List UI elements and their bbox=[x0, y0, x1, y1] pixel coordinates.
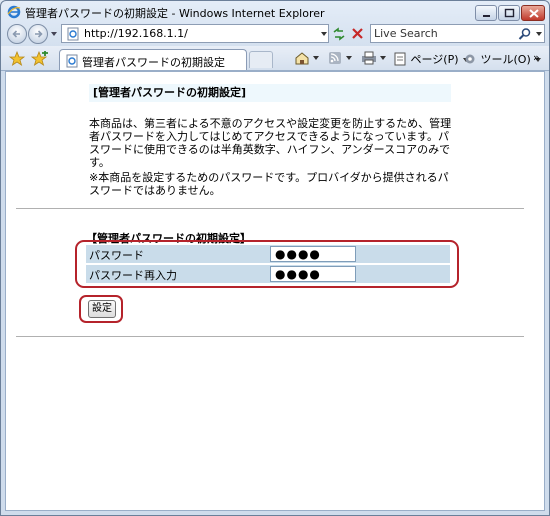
back-arrow-icon bbox=[12, 30, 20, 38]
forward-button[interactable] bbox=[28, 24, 48, 44]
tools-menu-label: ツール(O) bbox=[480, 53, 531, 66]
browser-window: 管理者パスワードの初期設定 - Windows Internet Explore… bbox=[0, 0, 550, 516]
address-bar[interactable]: http://192.168.1.1/ bbox=[61, 24, 329, 43]
tab-label: 管理者パスワードの初期設定 bbox=[82, 56, 225, 69]
maximize-icon bbox=[504, 8, 515, 18]
rss-feed-icon bbox=[329, 52, 352, 64]
address-chevron-down-icon[interactable] bbox=[320, 31, 328, 37]
back-button[interactable] bbox=[7, 24, 27, 44]
description-block: 本商品は、第三者による不意のアクセスや設定変更を防止するため、管理者パスワードを… bbox=[89, 117, 454, 199]
toolbar-overflow-button[interactable]: » bbox=[533, 51, 540, 67]
password-confirm-row: パスワード再入力 ●●●● bbox=[86, 265, 450, 283]
divider bbox=[16, 208, 524, 209]
divider bbox=[16, 336, 524, 337]
search-icon[interactable] bbox=[518, 27, 532, 41]
close-button[interactable] bbox=[521, 5, 545, 21]
ie-logo-icon bbox=[7, 5, 21, 19]
tools-menu-button[interactable]: ツール(O) bbox=[463, 51, 542, 67]
ie-page-icon bbox=[66, 54, 78, 68]
search-input[interactable] bbox=[374, 26, 514, 41]
gear-icon bbox=[465, 54, 475, 64]
print-button[interactable] bbox=[361, 51, 389, 67]
password-row: パスワード ●●●● bbox=[86, 245, 450, 263]
printer-icon bbox=[362, 51, 386, 65]
password-label: パスワード bbox=[89, 249, 144, 262]
add-favorites-icon[interactable] bbox=[31, 51, 49, 66]
password-field[interactable]: ●●●● bbox=[270, 246, 356, 262]
url-text[interactable]: http://192.168.1.1/ bbox=[84, 27, 188, 40]
page-icon bbox=[394, 52, 406, 66]
home-button[interactable] bbox=[294, 51, 320, 67]
password-confirm-field[interactable]: ●●●● bbox=[270, 266, 356, 282]
feeds-button[interactable] bbox=[328, 51, 354, 67]
minimize-button[interactable] bbox=[475, 5, 497, 21]
stop-icon[interactable] bbox=[350, 26, 366, 42]
close-icon bbox=[529, 9, 539, 18]
refresh-icon[interactable] bbox=[331, 26, 347, 42]
set-button[interactable]: 設定 bbox=[88, 300, 116, 318]
search-chevron-down-icon[interactable] bbox=[535, 31, 543, 37]
password-confirm-label: パスワード再入力 bbox=[89, 269, 177, 282]
tab-active[interactable]: 管理者パスワードの初期設定 bbox=[59, 49, 247, 70]
maximize-button[interactable] bbox=[498, 5, 520, 21]
minimize-icon bbox=[483, 15, 490, 17]
navigation-bar: http://192.168.1.1/ bbox=[1, 23, 549, 45]
description-text: 本商品は、第三者による不意のアクセスや設定変更を防止するため、管理者パスワードを… bbox=[89, 117, 452, 169]
recent-pages-chevron-down-icon[interactable] bbox=[50, 30, 58, 38]
page-content: [管理者パスワードの初期設定] 本商品は、第三者による不意のアクセスや設定変更を… bbox=[5, 71, 545, 511]
title-bar: 管理者パスワードの初期設定 - Windows Internet Explore… bbox=[1, 1, 549, 23]
page-menu-button[interactable]: ページ(P) bbox=[393, 51, 470, 67]
page-title: [管理者パスワードの初期設定] bbox=[89, 84, 451, 102]
home-icon bbox=[295, 52, 319, 65]
tab-bar: 管理者パスワードの初期設定 ページ(P) ツール(O) » bbox=[1, 46, 549, 71]
forward-arrow-icon bbox=[35, 30, 43, 38]
note-text: ※本商品を設定するためのパスワードです。プロバイダから提供されるパスワードではあ… bbox=[89, 171, 449, 197]
favorites-star-icon[interactable] bbox=[9, 51, 25, 66]
page-menu-label: ページ(P) bbox=[410, 53, 459, 66]
ie-page-icon bbox=[67, 27, 79, 41]
new-tab-button[interactable] bbox=[249, 51, 273, 68]
search-box[interactable] bbox=[370, 24, 545, 43]
window-title: 管理者パスワードの初期設定 - Windows Internet Explore… bbox=[25, 7, 325, 20]
